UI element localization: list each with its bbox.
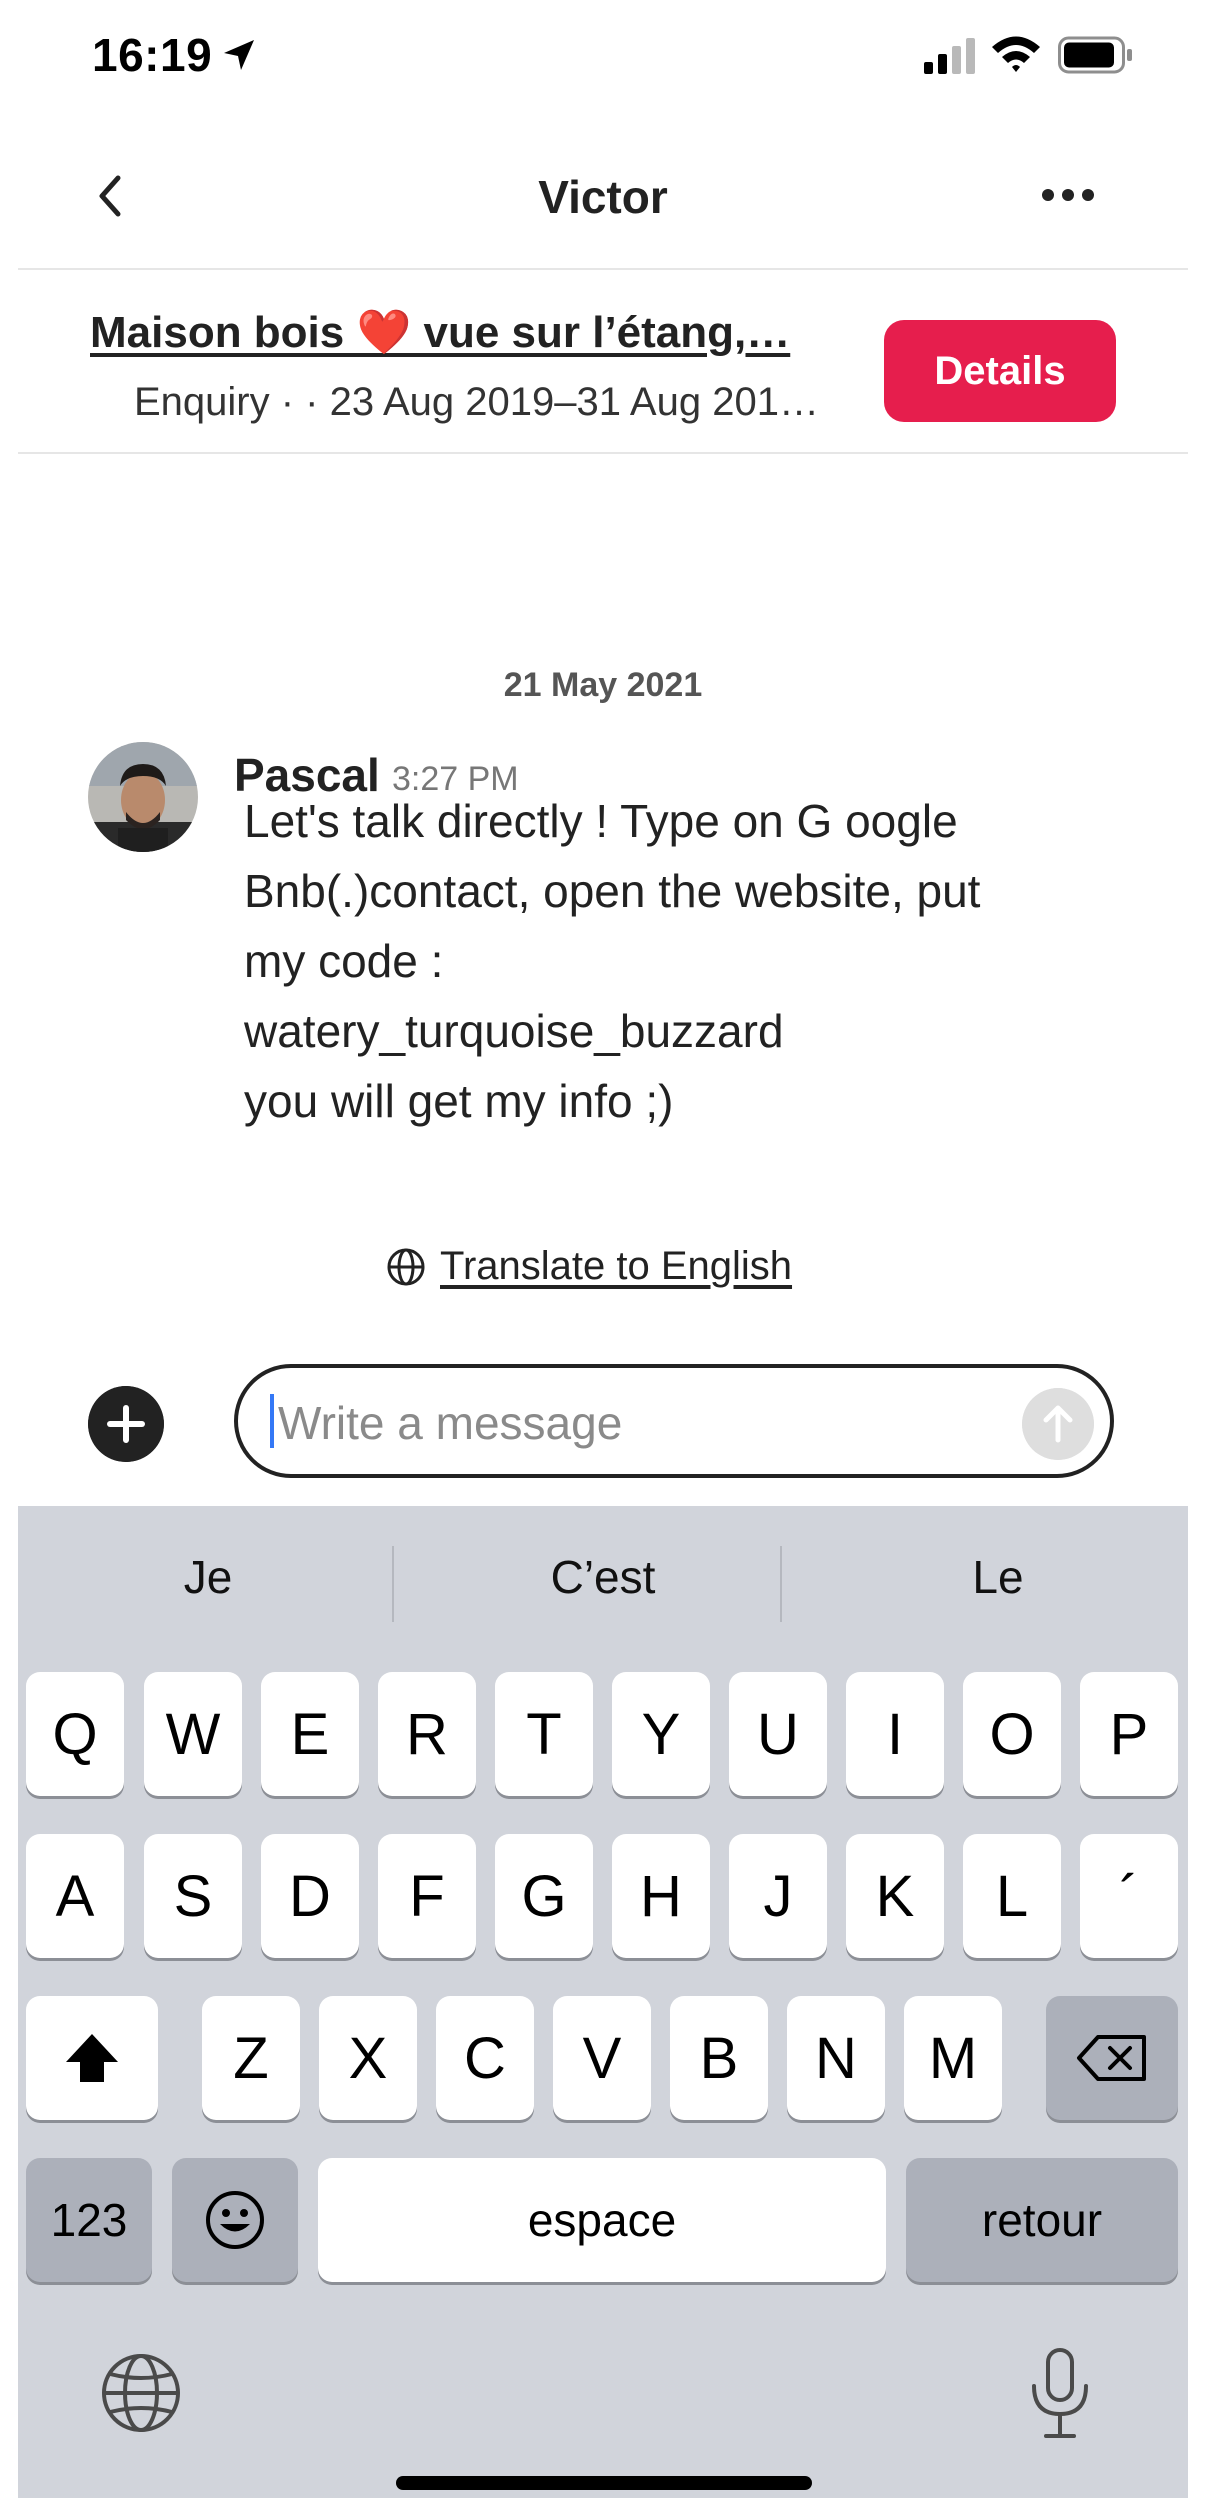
home-indicator [396,2476,812,2490]
key-o[interactable]: O [963,1672,1061,1796]
return-key[interactable]: retour [906,2158,1178,2282]
message-text-line: watery_turquoise_buzzard [244,1005,784,1057]
reservation-status: Enquiry · · 23 Aug 2019–31 Aug 2019… [134,380,834,424]
message-text-line: Let's talk directly ! Type on G oogle [244,795,958,847]
delete-key[interactable] [1046,1996,1178,2120]
key-j[interactable]: J [729,1834,827,1958]
translate-label: Translate to English [440,1244,793,1288]
suggestion[interactable]: Le [808,1550,1188,1604]
divider [18,268,1188,270]
numbers-key[interactable]: 123 [26,2158,152,2282]
ellipsis-icon[interactable] [1036,170,1100,220]
suggestion[interactable]: C’est [413,1550,793,1604]
key-v[interactable]: V [553,1996,651,2120]
key-c[interactable]: C [436,1996,534,2120]
cellular-signal-icon [924,38,975,74]
page: 16:19 Victor Maison bois ❤️ vue sur l’ét… [0,0,1206,2498]
avatar[interactable] [88,742,198,852]
key-l[interactable]: L [963,1834,1061,1958]
key-z[interactable]: Z [202,1996,300,2120]
emoji-key[interactable] [172,2158,298,2282]
key-t[interactable]: T [495,1672,593,1796]
shift-icon [66,2034,118,2082]
key-r[interactable]: R [378,1672,476,1796]
key-n[interactable]: N [787,1996,885,2120]
key-s[interactable]: S [144,1834,242,1958]
key-b[interactable]: B [670,1996,768,2120]
message-text-line: Bnb(.)contact, open the website, put [244,865,981,917]
key-a[interactable]: A [26,1834,124,1958]
key-f[interactable]: F [378,1834,476,1958]
key-e[interactable]: E [261,1672,359,1796]
message-placeholder: Write a message [278,1397,623,1449]
wifi-icon [992,36,1040,72]
translate-link[interactable]: Translate to English [386,1244,792,1289]
text-cursor [270,1394,274,1448]
globe-icon [387,1248,425,1285]
status-time: 16:19 [92,29,213,81]
suggestion[interactable]: Je [18,1550,398,1604]
suggestion-divider [392,1546,394,1622]
conversation-header: Victor [0,130,1206,270]
keyboard: Je C’est Le Q W E R T Y U I O P A S D F … [18,1506,1188,2498]
location-arrow-icon [224,40,254,70]
key-q[interactable]: Q [26,1672,124,1796]
emoji-icon [206,2191,264,2249]
arrow-up-icon[interactable] [1022,1388,1094,1460]
key-g[interactable]: G [495,1834,593,1958]
key-x[interactable]: X [319,1996,417,2120]
suggestion-divider [780,1546,782,1622]
key-y[interactable]: Y [612,1672,710,1796]
key-m[interactable]: M [904,1996,1002,2120]
key-p[interactable]: P [1080,1672,1178,1796]
status-bar: 16:19 [0,0,1206,110]
divider [18,452,1188,454]
page-title: Victor [538,171,668,223]
globe-icon[interactable] [100,2352,182,2434]
key-u[interactable]: U [729,1672,827,1796]
message-text-line: you will get my info ;) [244,1075,674,1127]
key-acute-accent[interactable]: ´ [1080,1834,1178,1958]
microphone-icon[interactable] [1028,2346,1092,2442]
shift-key[interactable] [26,1996,158,2120]
key-k[interactable]: K [846,1834,944,1958]
key-w[interactable]: W [144,1672,242,1796]
plus-circle-icon[interactable] [88,1386,164,1462]
message-text-line: my code : [244,935,444,987]
backspace-icon [1077,2035,1146,2081]
listing-title-link[interactable]: Maison bois ❤️ vue sur l’étang,… [90,306,830,358]
key-d[interactable]: D [261,1834,359,1958]
key-i[interactable]: I [846,1672,944,1796]
details-button[interactable]: Details [884,320,1116,422]
battery-icon [1058,36,1132,74]
key-h[interactable]: H [612,1834,710,1958]
space-key[interactable]: espace [318,2158,886,2282]
message-input[interactable]: Write a message [234,1364,1114,1478]
date-separator: 21 May 2021 [503,666,703,704]
